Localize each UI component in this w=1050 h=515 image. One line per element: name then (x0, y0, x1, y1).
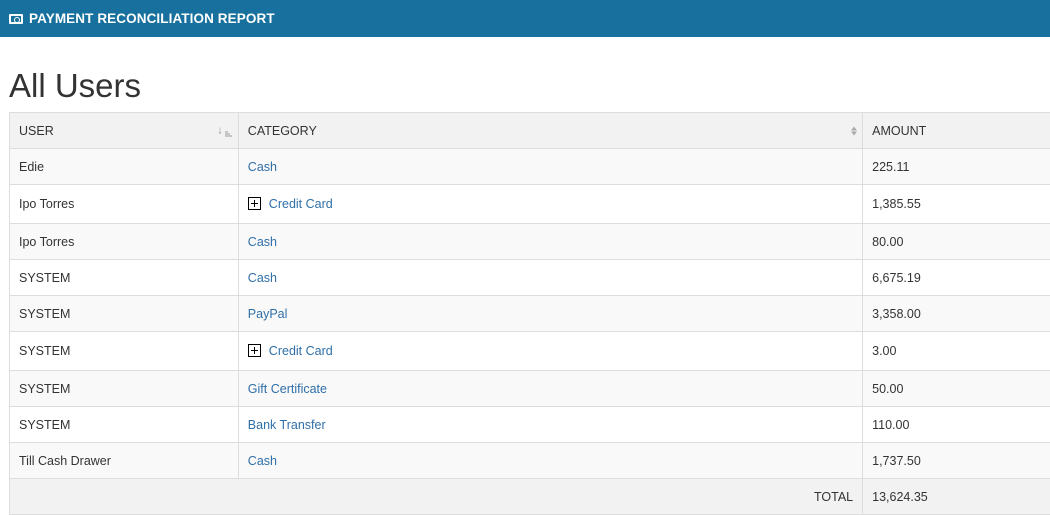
table-row: SYSTEM Bank Transfer 110.00 (9, 406, 1050, 443)
table-header-row: USER ↓ CATEGORY AMOUNT (9, 112, 1050, 149)
cell-category: Credit Card (237, 184, 864, 224)
expand-plus-icon[interactable] (247, 344, 261, 357)
page-title: All Users (9, 67, 142, 104)
cell-amount: 110.00 (862, 406, 1050, 443)
cell-amount: 80.00 (862, 223, 1050, 260)
table-row: SYSTEM Credit Card 3.00 (9, 331, 1050, 371)
report-header-bar: PAYMENT RECONCILIATION REPORT (0, 0, 1050, 37)
cell-category: PayPal (237, 295, 864, 332)
column-header-label: USER (19, 123, 54, 138)
table-row: SYSTEM Cash 6,675.19 (9, 259, 1050, 296)
cell-category: Cash (237, 442, 864, 479)
cell-category: Credit Card (237, 331, 864, 371)
cell-amount: 6,675.19 (862, 259, 1050, 296)
cell-user: SYSTEM (9, 259, 239, 296)
money-bill-icon (9, 13, 23, 24)
cell-amount: 50.00 (862, 370, 1050, 407)
sort-ascending-icon[interactable]: ↓ (217, 125, 232, 136)
cell-category: Cash (237, 259, 864, 296)
column-header-amount: AMOUNT (862, 112, 1050, 149)
cell-user: SYSTEM (9, 331, 239, 371)
column-header-label: AMOUNT (872, 123, 927, 138)
category-link[interactable]: Cash (248, 235, 277, 249)
cell-category: Cash (237, 223, 864, 260)
cell-user: Edie (9, 148, 239, 185)
cell-user: SYSTEM (9, 295, 239, 332)
cell-user: Ipo Torres (9, 184, 239, 224)
category-link[interactable]: Credit Card (269, 344, 333, 358)
cell-amount: 1,737.50 (862, 442, 1050, 479)
column-header-user[interactable]: USER ↓ (9, 112, 239, 149)
cell-amount: 225.11 (862, 148, 1050, 185)
category-link[interactable]: Credit Card (269, 197, 333, 211)
cell-user: SYSTEM (9, 370, 239, 407)
cell-amount: 3.00 (862, 331, 1050, 371)
category-link[interactable]: Cash (248, 271, 277, 285)
cell-category: Bank Transfer (237, 406, 864, 443)
cell-category: Cash (237, 148, 864, 185)
category-link[interactable]: Bank Transfer (248, 418, 326, 432)
total-amount: 13,624.35 (862, 478, 1050, 515)
report-title: PAYMENT RECONCILIATION REPORT (29, 11, 275, 26)
category-link[interactable]: PayPal (248, 307, 288, 321)
column-header-label: CATEGORY (247, 123, 317, 138)
cell-amount: 1,385.55 (862, 184, 1050, 224)
category-link[interactable]: Gift Certificate (248, 382, 327, 396)
expand-plus-icon[interactable] (247, 197, 261, 210)
table-row: Edie Cash 225.11 (9, 148, 1050, 185)
category-link[interactable]: Cash (248, 160, 277, 174)
table-row: Ipo Torres Cash 80.00 (9, 223, 1050, 260)
cell-amount: 3,358.00 (862, 295, 1050, 332)
table-row: Till Cash Drawer Cash 1,737.50 (9, 442, 1050, 479)
table-row: SYSTEM PayPal 3,358.00 (9, 295, 1050, 332)
total-row: TOTAL 13,624.35 (8, 478, 1050, 515)
total-label: TOTAL (8, 478, 864, 515)
table-row: SYSTEM Gift Certificate 50.00 (9, 370, 1050, 407)
column-header-category[interactable]: CATEGORY (237, 112, 864, 149)
sort-unsorted-icon[interactable] (851, 126, 858, 135)
table-row: Ipo Torres Credit Card 1,385.55 (9, 184, 1050, 224)
cell-user: Till Cash Drawer (9, 442, 239, 479)
cell-user: Ipo Torres (9, 223, 239, 260)
category-link[interactable]: Cash (248, 454, 277, 468)
cell-user: SYSTEM (9, 406, 239, 443)
cell-category: Gift Certificate (237, 370, 864, 407)
payment-reconciliation-table: USER ↓ CATEGORY AMOUNT Edie Cash 225.11 … (8, 112, 1050, 515)
